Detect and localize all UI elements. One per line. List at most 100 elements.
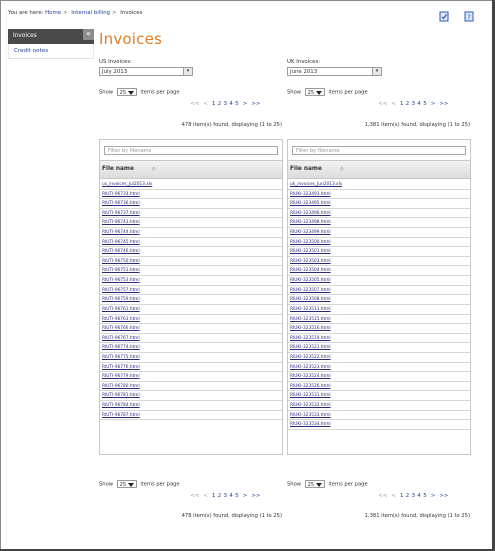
file-link-row[interactable]: RIUTI-96745.html [100,238,282,248]
pager-page[interactable]: 2 [406,101,409,107]
pager-next[interactable]: > [431,493,436,499]
pager-last[interactable]: >> [439,101,448,107]
file-link-row[interactable]: RIUKI-323531.html [288,391,470,402]
pager-page[interactable]: 1 [212,493,215,499]
pager-last[interactable]: >> [251,493,260,499]
pager-page[interactable]: 3 [412,101,415,107]
file-link-row[interactable]: RIUKI-323496.html [288,209,470,219]
file-link-row[interactable]: RIUTI-96753.html [100,276,282,286]
pager-page[interactable]: 1 [400,101,403,107]
pager-next[interactable]: > [243,101,248,107]
us-page-size-select-top[interactable]: 25 [116,88,137,96]
file-link-row[interactable]: RIUTI-96759.html [100,295,282,305]
pager-page[interactable]: 3 [224,101,227,107]
pager-first[interactable]: << [378,493,387,499]
pager-page[interactable]: 3 [412,493,415,499]
file-link-row[interactable]: RIUKI-323504.html [288,266,470,277]
file-link-row[interactable]: uk_invoices_Jun2013.xls [288,180,470,190]
pager-prev[interactable]: < [391,101,396,107]
file-link-row[interactable]: RIUKI-323524.html [288,372,470,382]
pager-next[interactable]: > [243,493,248,499]
pager-page[interactable]: 2 [218,101,221,107]
help-icon[interactable]: ? [464,11,474,22]
file-link-row[interactable]: RIUKI-323495.html [288,199,470,209]
pager-page[interactable]: 5 [423,101,426,107]
breadcrumb-home-link[interactable]: Home [45,10,61,16]
pager-page[interactable]: 4 [229,493,232,499]
file-link-row[interactable]: RIUKI-323516.html [288,324,470,334]
breadcrumb-internal-billing-link[interactable]: Internal billing [71,10,110,16]
pager-first[interactable]: << [190,493,199,499]
pager-prev[interactable]: < [203,493,208,499]
file-link-row[interactable]: RIUKI-323523.html [288,363,470,373]
us-filter-input[interactable]: Filter by filename [104,146,278,155]
file-link-row[interactable]: RIUKI-323513.html [288,305,470,315]
file-link-row[interactable]: RIUTI-96744.html [100,228,282,238]
file-link-row[interactable]: RIUKI-323515.html [288,315,470,325]
file-link-row[interactable]: RIUTI-96743.html [100,218,282,229]
file-link-row[interactable]: RIUKI-323508.html [288,295,470,305]
us-page-size-select-bottom[interactable]: 25 [116,480,137,488]
file-link-row[interactable]: RIUKI-323534.html [288,420,470,430]
file-link-row[interactable]: RIUTI-96736.html [100,199,282,209]
file-link-row[interactable]: RIUTI-96781.html [100,391,282,402]
file-link-row[interactable]: RIUKI-323522.html [288,353,470,363]
file-link-row[interactable]: RIUTI-96733.html [100,190,282,200]
file-link-row[interactable]: RIUKI-323507.html [288,286,470,296]
pager-last[interactable]: >> [251,101,260,107]
file-link-row[interactable]: RIUKI-323500.html [288,238,470,248]
pager-page[interactable]: 1 [212,101,215,107]
file-link-row[interactable]: RIUTI-96746.html [100,247,282,257]
pager-page[interactable]: 5 [235,493,238,499]
file-link-row[interactable]: RIUTI-96784.html [100,401,282,411]
pager-page[interactable]: 2 [406,493,409,499]
pager-next[interactable]: > [431,101,436,107]
uk-month-select[interactable]: June 2013 ▾ [287,67,382,76]
file-link-row[interactable]: RIUTI-96775.html [100,353,282,363]
pager-page[interactable]: 5 [235,101,238,107]
file-link-row[interactable]: RIUTI-96767.html [100,334,282,344]
document-check-icon[interactable] [439,11,449,22]
pager-first[interactable]: << [190,101,199,107]
file-link-row[interactable]: RIUTI-96774.html [100,343,282,353]
pager-page[interactable]: 1 [400,493,403,499]
sidebar-item-invoices[interactable]: Invoices « [8,29,94,44]
pager-prev[interactable]: < [203,101,208,107]
uk-page-size-select-top[interactable]: 25 [304,88,325,96]
pager-page[interactable]: 5 [423,493,426,499]
uk-column-header-file-name[interactable]: File name ◇ [288,160,470,179]
pager-last[interactable]: >> [439,493,448,499]
file-link-row[interactable]: RIUKI-323498.html [288,218,470,229]
sidebar-item-credit-notes[interactable]: Credit notes [8,44,94,59]
file-link-row[interactable]: RIUTI-96776.html [100,363,282,373]
file-link-row[interactable]: RIUKI-323532.html [288,401,470,411]
file-link-row[interactable]: RIUKI-323493.html [288,190,470,200]
file-link-row[interactable]: RIUKI-323503.html [288,257,470,267]
pager-page[interactable]: 4 [229,101,232,107]
file-link-row[interactable]: RIUKI-323499.html [288,228,470,238]
uk-page-size-select-bottom[interactable]: 25 [304,480,325,488]
file-link-row[interactable]: RIUTI-96737.html [100,209,282,219]
uk-filter-input[interactable]: Filter by filename [292,146,466,155]
file-link-row[interactable]: RIUTI-96766.html [100,324,282,334]
pager-first[interactable]: << [378,101,387,107]
file-link-row[interactable]: RIUKI-323521.html [288,343,470,353]
file-link-row[interactable]: us_invoices_Jul2013.xls [100,180,282,190]
file-link-row[interactable]: RIUKI-323519.html [288,334,470,344]
file-link-row[interactable]: RIUKI-323533.html [288,411,470,421]
pager-page[interactable]: 4 [417,101,420,107]
pager-page[interactable]: 4 [417,493,420,499]
us-month-select[interactable]: July 2013 ▾ [99,67,193,76]
file-link-row[interactable]: RIUTI-96761.html [100,305,282,315]
pager-page[interactable]: 2 [218,493,221,499]
file-link-row[interactable]: RIUTI-96787.html [100,411,282,421]
us-column-header-file-name[interactable]: File name ◇ [100,160,282,179]
file-link-row[interactable]: RIUKI-323501.html [288,247,470,257]
collapse-sidebar-icon[interactable]: « [83,29,94,40]
file-link-row[interactable]: RIUTI-96750.html [100,257,282,267]
file-link-row[interactable]: RIUTI-96779.html [100,372,282,382]
pager-prev[interactable]: < [391,493,396,499]
file-link-row[interactable]: RIUTI-96757.html [100,286,282,296]
file-link-row[interactable]: RIUTI-96751.html [100,266,282,277]
pager-page[interactable]: 3 [224,493,227,499]
